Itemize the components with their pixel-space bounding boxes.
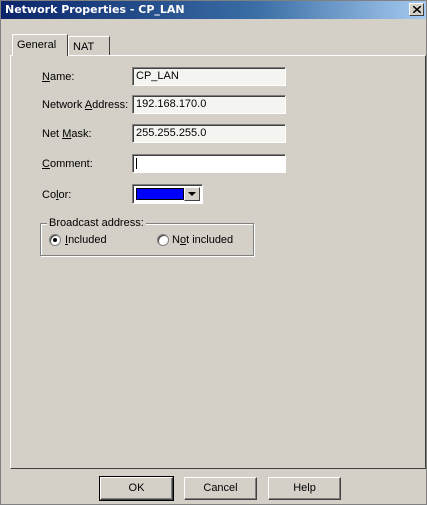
tab-nat-label: NAT [73, 41, 95, 53]
radio-selected-dot [53, 238, 57, 242]
comment-label: Comment: [42, 158, 93, 170]
network-address-label: Network Address: [42, 99, 129, 111]
broadcast-address-title: Broadcast address: [47, 217, 146, 230]
cancel-button[interactable]: Cancel [184, 477, 257, 500]
close-button[interactable] [409, 3, 424, 16]
network-properties-dialog: Network Properties - CP_LAN General NAT … [0, 0, 427, 505]
color-label: Color: [42, 189, 72, 201]
help-button[interactable]: Help [268, 477, 341, 500]
close-icon [413, 6, 421, 13]
color-select[interactable] [132, 184, 203, 204]
included-label[interactable]: Included [65, 234, 107, 247]
text-caret [136, 158, 137, 169]
color-dropdown-button[interactable] [184, 187, 200, 201]
chevron-down-icon [188, 192, 196, 196]
net-mask-field[interactable]: 255.255.255.0 [132, 124, 286, 143]
window-title: Network Properties - CP_LAN [5, 3, 185, 16]
included-radio[interactable] [49, 234, 61, 246]
net-mask-label: Net Mask: [42, 128, 92, 140]
color-swatch [136, 188, 184, 200]
not-included-label[interactable]: Not included [172, 234, 233, 247]
network-address-value: 192.168.170.0 [136, 98, 207, 110]
name-value: CP_LAN [136, 70, 179, 82]
general-panel [10, 55, 426, 469]
name-field[interactable]: CP_LAN [132, 67, 286, 86]
network-address-field[interactable]: 192.168.170.0 [132, 95, 286, 114]
not-included-radio[interactable] [157, 234, 169, 246]
net-mask-value: 255.255.255.0 [136, 127, 207, 139]
title-bar[interactable]: Network Properties - CP_LAN [1, 1, 426, 19]
tab-nat[interactable]: NAT [68, 36, 110, 55]
comment-field[interactable] [132, 154, 286, 173]
tab-general[interactable]: General [12, 34, 68, 56]
name-label: Name: [42, 71, 75, 83]
tab-general-label: General [17, 39, 57, 51]
ok-button[interactable]: OK [99, 476, 174, 501]
